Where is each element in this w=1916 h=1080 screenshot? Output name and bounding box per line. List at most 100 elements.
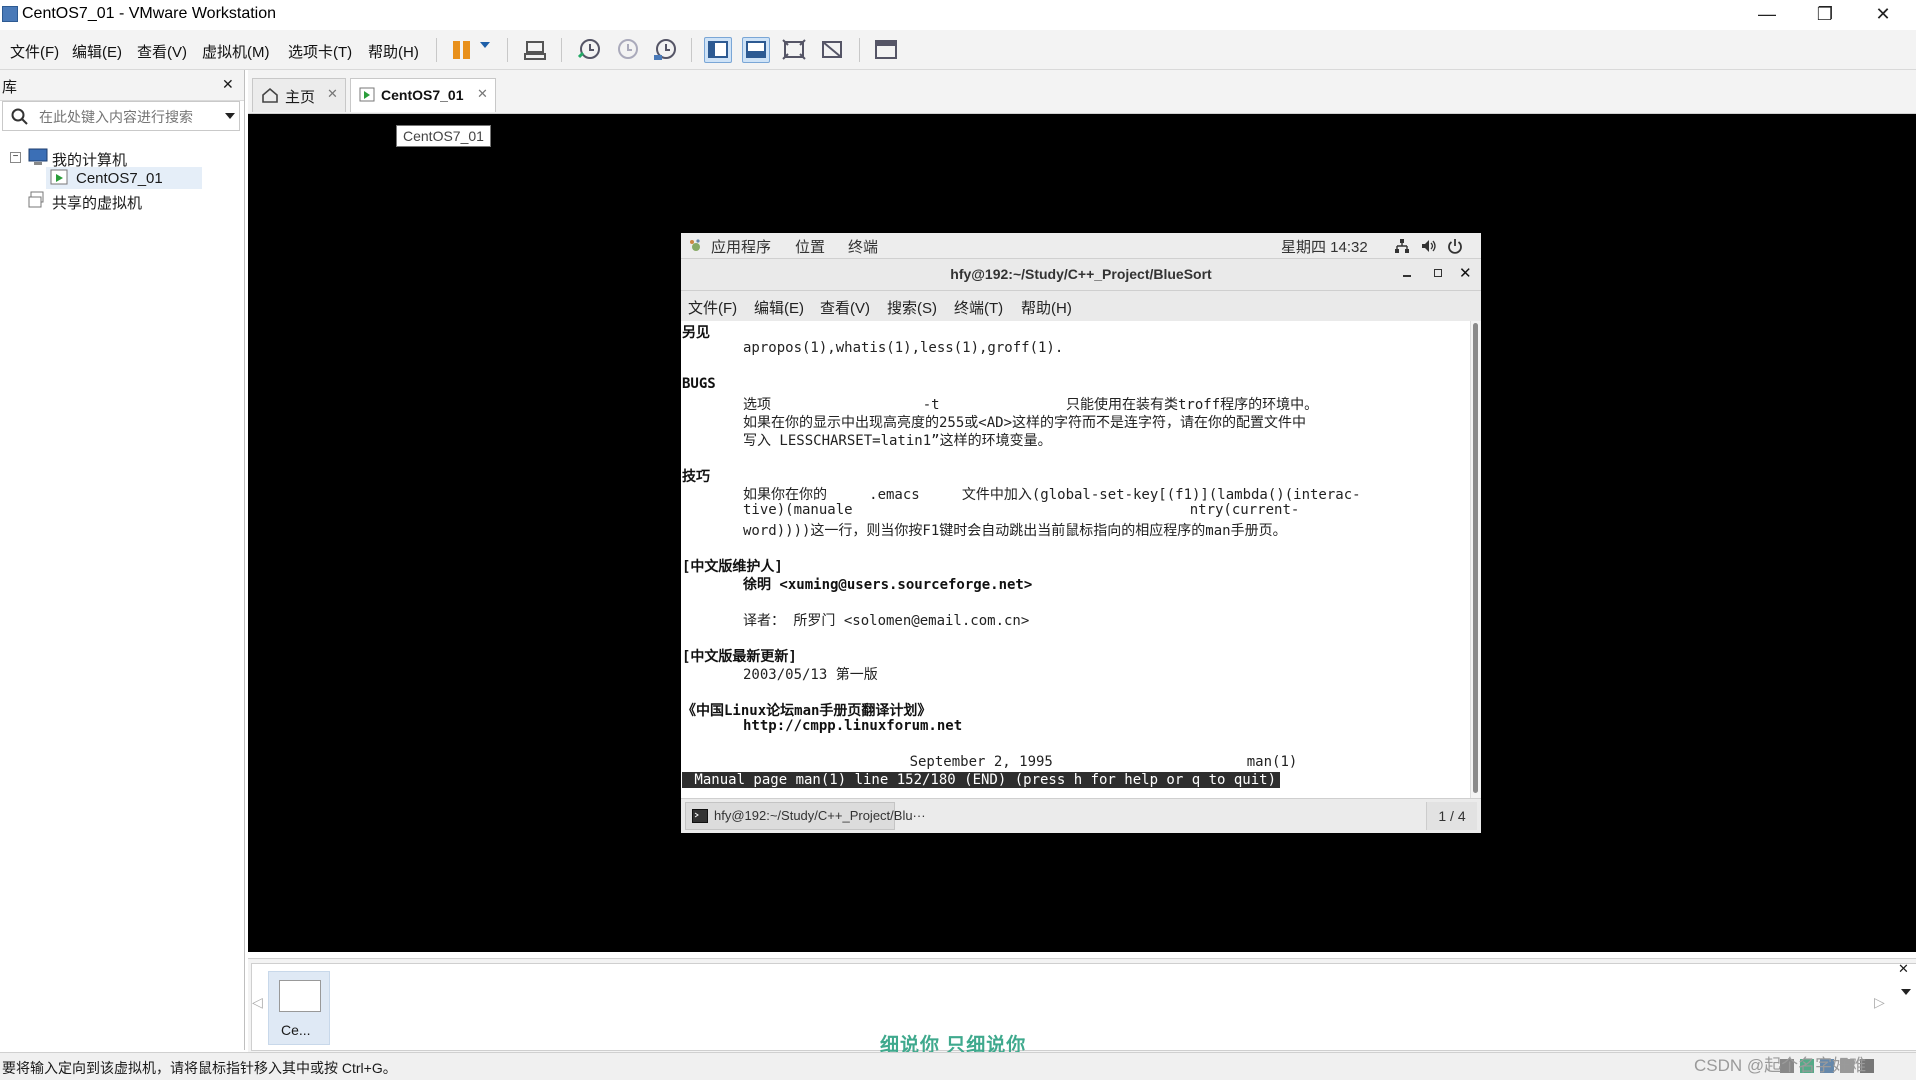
thumbnail-scroll-left-icon[interactable]: ◁ bbox=[252, 994, 263, 1011]
minimize-button[interactable]: — bbox=[1738, 0, 1796, 30]
menu-toolbar: 文件(F) 编辑(E) 查看(V) 虚拟机(M) 选项卡(T) 帮助(H) bbox=[0, 30, 1916, 70]
man-line: 另见 bbox=[682, 325, 710, 341]
library-title: 库 bbox=[2, 79, 18, 96]
man-line: 如果在你的显示中出现高亮度的255或<AD>这样的字符而不是连字符，请在你的配置… bbox=[743, 415, 1306, 431]
library-search-box[interactable] bbox=[2, 101, 240, 131]
man-line: 译者： 所罗门 <solomen@email.com.cn> bbox=[743, 613, 1030, 629]
fullscreen-icon[interactable] bbox=[780, 37, 808, 63]
man-line: 技巧 bbox=[682, 469, 710, 485]
home-icon bbox=[262, 87, 278, 103]
view-thumbnail-icon[interactable] bbox=[742, 37, 770, 63]
menu-edit[interactable]: 编辑(E) bbox=[72, 41, 122, 62]
thumbnail-close-icon[interactable]: ✕ bbox=[1898, 961, 1909, 977]
menu-tabs[interactable]: 选项卡(T) bbox=[288, 41, 352, 62]
console-view-icon[interactable] bbox=[872, 37, 900, 63]
toolbar-separator bbox=[507, 38, 508, 62]
pager-status-line: Manual page man(1) line 152/180 (END) (p… bbox=[682, 772, 1281, 788]
terminal-close-icon[interactable]: ✕ bbox=[1459, 264, 1472, 282]
menu-view[interactable]: 查看(V) bbox=[137, 41, 187, 62]
man-line: BUGS bbox=[682, 376, 716, 392]
tab-home[interactable]: 主页 ✕ bbox=[252, 78, 346, 112]
volume-icon[interactable] bbox=[1421, 238, 1437, 254]
scrollbar-thumb[interactable] bbox=[1473, 323, 1478, 793]
terminal-menu-search[interactable]: 搜索(S) bbox=[887, 297, 937, 318]
view-library-icon[interactable] bbox=[704, 37, 732, 63]
terminal-menu-file[interactable]: 文件(F) bbox=[688, 297, 737, 318]
gnome-applications-menu[interactable]: 应用程序 bbox=[711, 236, 771, 257]
thumbnail-menu-icon[interactable] bbox=[1901, 989, 1911, 995]
man-line: tive)(manuale ntry(current- bbox=[743, 502, 1300, 518]
revert-snapshot-icon[interactable] bbox=[613, 37, 641, 63]
my-computer-icon bbox=[28, 148, 48, 165]
gnome-terminal-menu[interactable]: 终端 bbox=[848, 236, 878, 257]
menu-vm[interactable]: 虚拟机(M) bbox=[202, 41, 270, 62]
snapshot-manager-icon[interactable] bbox=[651, 37, 679, 63]
tab-centos[interactable]: CentOS7_01 ✕ bbox=[350, 78, 496, 112]
man-line: 如果你在你的 .emacs 文件中加入(global-set-key[(f1)]… bbox=[743, 487, 1361, 503]
man-line: 写入 LESSCHARSET=latin1”这样的环境变量。 bbox=[743, 433, 1052, 449]
toolbar-separator bbox=[436, 38, 437, 62]
terminal-app-icon bbox=[692, 809, 708, 823]
tab-home-close-icon[interactable]: ✕ bbox=[327, 86, 338, 102]
terminal-menu-terminal[interactable]: 终端(T) bbox=[954, 297, 1003, 318]
gnome-foot-icon bbox=[690, 239, 700, 251]
watermark: CSDN @起个名字好难 bbox=[1694, 1056, 1867, 1075]
terminal-scrollbar[interactable] bbox=[1470, 321, 1481, 798]
vm-running-icon bbox=[50, 169, 68, 185]
tree-vm-centos[interactable]: CentOS7_01 bbox=[76, 170, 163, 187]
library-close-icon[interactable]: ✕ bbox=[222, 76, 234, 93]
send-keys-icon[interactable] bbox=[521, 37, 549, 63]
tree-shared-vms[interactable]: 共享的虚拟机 bbox=[52, 192, 142, 213]
man-line: [中文版最新更新] bbox=[682, 649, 797, 665]
guest-desktop[interactable]: 应用程序 位置 终端 星期四 14:32 hfy@192:~/Study/C++… bbox=[681, 233, 1481, 833]
thumbnail-centos[interactable]: Ce... bbox=[268, 971, 330, 1045]
thumbnail-strip bbox=[251, 963, 1916, 1051]
search-icon bbox=[11, 108, 28, 125]
taskbar-terminal-label: hfy@192:~/Study/C++_Project/Blu··· bbox=[714, 808, 926, 823]
thumbnail-preview bbox=[279, 980, 321, 1012]
man-line: 选项 -t 只能使用在装有类troff程序的环境中。 bbox=[743, 397, 1319, 413]
menu-file[interactable]: 文件(F) bbox=[10, 41, 59, 62]
gnome-places-menu[interactable]: 位置 bbox=[795, 236, 825, 257]
status-bar: 要将输入定向到该虚拟机，请将鼠标指针移入其中或按 Ctrl+G。 bbox=[0, 1052, 1916, 1080]
network-icon[interactable] bbox=[1394, 238, 1410, 254]
terminal-menu-edit[interactable]: 编辑(E) bbox=[754, 297, 804, 318]
library-panel: 库 ✕ − 我的计算机 CentOS7_01 共享的虚拟机 bbox=[0, 70, 245, 1050]
tab-strip: 主页 ✕ CentOS7_01 ✕ bbox=[248, 70, 1916, 114]
gnome-window-list: hfy@192:~/Study/C++_Project/Blu··· 1 / 4 bbox=[681, 798, 1481, 833]
library-search-input[interactable] bbox=[37, 105, 211, 129]
terminal-maximize-icon[interactable] bbox=[1434, 269, 1442, 277]
taskbar-terminal-item[interactable]: hfy@192:~/Study/C++_Project/Blu··· bbox=[685, 802, 926, 830]
thumbnail-label: Ce... bbox=[281, 1022, 311, 1038]
close-button[interactable]: ✕ bbox=[1854, 0, 1912, 30]
workspace-indicator[interactable]: 1 / 4 bbox=[1426, 802, 1477, 830]
toolbar-separator bbox=[561, 38, 562, 62]
window-title: CentOS7_01 - VMware Workstation bbox=[22, 5, 277, 22]
gnome-clock[interactable]: 星期四 14:32 bbox=[1281, 236, 1368, 257]
power-icon[interactable] bbox=[1447, 238, 1463, 254]
terminal-menu-view[interactable]: 查看(V) bbox=[820, 297, 870, 318]
tree-collapse-icon[interactable]: − bbox=[10, 152, 21, 163]
dropdown-icon[interactable] bbox=[480, 42, 490, 48]
man-line: apropos(1),whatis(1),less(1),groff(1). bbox=[743, 340, 1064, 356]
tab-centos-close-icon[interactable]: ✕ bbox=[477, 86, 488, 102]
man-line: word))))这一行，则当你按F1键时会自动跳出当前鼠标指向的相应程序的man… bbox=[743, 523, 1287, 539]
tab-home-label: 主页 bbox=[285, 89, 316, 106]
restore-button[interactable]: ❐ bbox=[1796, 0, 1854, 30]
terminal-menu-help[interactable]: 帮助(H) bbox=[1021, 297, 1072, 318]
man-line: September 2, 1995 man(1) bbox=[682, 754, 1298, 770]
toolbar-separator bbox=[859, 38, 860, 62]
terminal-menubar: 文件(F) 编辑(E) 查看(V) 搜索(S) 终端(T) 帮助(H) bbox=[681, 291, 1481, 321]
snapshot-icon[interactable] bbox=[575, 37, 603, 63]
thumbnail-bar: ◁ Ce... ▷ ✕ bbox=[248, 958, 1916, 1053]
terminal-output[interactable]: 另见 apropos(1),whatis(1),less(1),groff(1).… bbox=[681, 321, 1481, 798]
man-line: http://cmpp.linuxforum.net bbox=[743, 718, 963, 734]
terminal-titlebar: hfy@192:~/Study/C++_Project/BlueSort ✕ bbox=[681, 259, 1481, 291]
man-line: 徐明 <xuming@users.sourceforge.net> bbox=[743, 577, 1033, 593]
search-dropdown-icon[interactable] bbox=[225, 113, 235, 119]
thumbnail-scroll-right-icon[interactable]: ▷ bbox=[1874, 994, 1885, 1011]
pause-icon[interactable] bbox=[448, 37, 476, 63]
terminal-minimize-icon[interactable] bbox=[1403, 275, 1411, 277]
unity-icon[interactable] bbox=[818, 37, 846, 63]
menu-help[interactable]: 帮助(H) bbox=[368, 41, 419, 62]
